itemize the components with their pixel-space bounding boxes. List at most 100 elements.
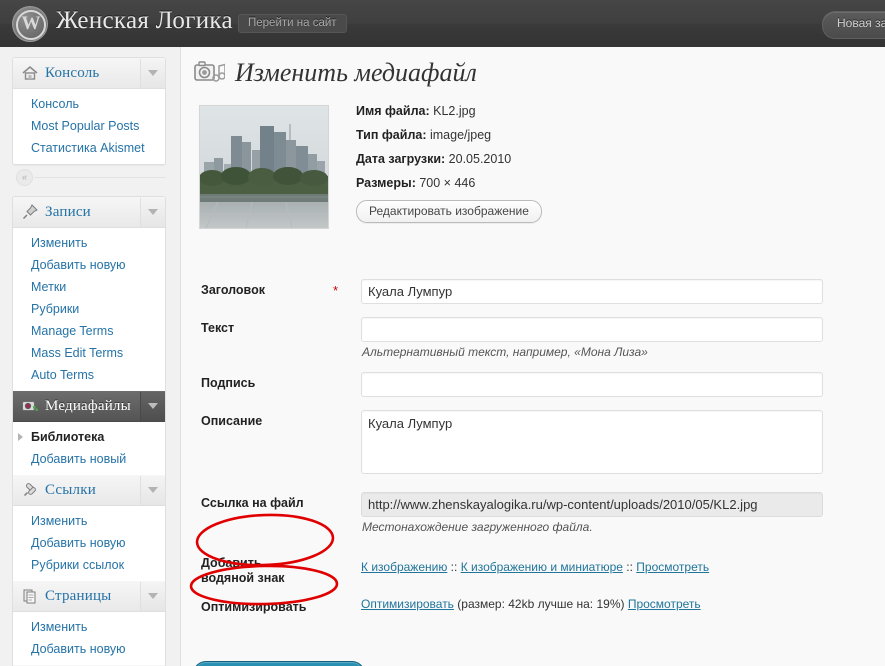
admin-bar: W Женская Логика Перейти на сайт Новая з…	[0, 0, 885, 48]
watermark-link-preview[interactable]: Просмотреть	[636, 560, 709, 574]
title-label: Заголовок	[201, 283, 265, 297]
watermark-link-image-and-thumb[interactable]: К изображению и миниатюре	[461, 560, 623, 574]
meta-dimensions-value: 700 × 446	[419, 176, 476, 190]
sidebar-subitem-categories[interactable]: Рубрики	[13, 298, 165, 320]
media-metadata: Имя файла: KL2.jpg Тип файла: image/jpeg…	[356, 104, 776, 223]
chevron-down-icon[interactable]	[140, 197, 165, 227]
sidebar-subitem-auto-terms[interactable]: Auto Terms	[13, 364, 165, 386]
site-title[interactable]: Женская Логика	[56, 7, 233, 35]
update-media-button[interactable]: Обновить медиафайл	[193, 661, 365, 666]
dashboard-icon	[21, 64, 39, 82]
meta-filetype: Тип файла: image/jpeg	[356, 128, 776, 142]
sidebar-subitem-link-categories[interactable]: Рубрики ссылок	[13, 554, 165, 576]
caption-label: Подпись	[201, 376, 256, 390]
media-edit-form: Заголовок * Текст Альтернативный текст, …	[193, 279, 883, 624]
meta-dimensions: Размеры: 700 × 446	[356, 176, 776, 190]
optimize-label: Оптимизировать	[201, 600, 307, 614]
wordpress-logo-glyph: W	[16, 10, 46, 40]
chevron-down-icon[interactable]	[140, 391, 165, 421]
sidebar-subitem-dashboard[interactable]: Консоль	[13, 93, 165, 115]
sidebar-subitem-manage-terms[interactable]: Manage Terms	[13, 320, 165, 342]
chevron-down-icon[interactable]	[140, 475, 165, 505]
main-content: Изменить медиафайл Имя файла: KL2.jpg Ти…	[181, 47, 885, 666]
visit-site-button[interactable]: Перейти на сайт	[238, 14, 347, 33]
meta-filename-value: KL2.jpg	[433, 104, 476, 118]
media-thumbnail[interactable]	[199, 105, 329, 229]
form-row-alt: Текст Альтернативный текст, например, «М…	[193, 317, 883, 359]
form-row-caption: Подпись	[193, 372, 883, 397]
media-camera-icon	[193, 57, 226, 89]
form-row-watermark: Добавить водяной знак К изображению :: К…	[193, 552, 883, 585]
watermark-link-image[interactable]: К изображению	[361, 560, 447, 574]
sidebar-subitem-mass-edit-terms[interactable]: Mass Edit Terms	[13, 342, 165, 364]
page-header: Изменить медиафайл	[193, 57, 477, 89]
sidebar-subitem-most-popular-posts[interactable]: Most Popular Posts	[13, 115, 165, 137]
collapse-menu-icon[interactable]: «	[16, 169, 33, 186]
new-post-button[interactable]: Новая за	[822, 11, 885, 39]
file-url-hint: Местонахождение загруженного файла.	[362, 520, 593, 534]
sidebar-subitem-tags[interactable]: Метки	[13, 276, 165, 298]
form-row-optimize: Оптимизировать Оптимизировать (размер: 4…	[193, 596, 883, 614]
menu-group-posts: Записи Изменить Добавить новую Метки Руб…	[12, 196, 166, 666]
alt-input[interactable]	[361, 317, 823, 342]
alt-hint: Альтернативный текст, например, «Мона Ли…	[362, 345, 648, 359]
meta-filetype-label: Тип файла:	[356, 128, 427, 142]
sidebar-subitem-pages-add[interactable]: Добавить новую	[13, 638, 165, 660]
watermark-separator-1: ::	[450, 560, 458, 574]
wordpress-logo-icon[interactable]: W	[12, 6, 48, 42]
watermark-label: Добавить водяной знак	[201, 556, 331, 586]
watermark-separator-2: ::	[626, 560, 633, 574]
file-url-input[interactable]	[361, 492, 823, 517]
alt-label: Текст	[201, 321, 235, 335]
meta-filename-label: Имя файла:	[356, 104, 430, 118]
form-row-file-url: Ссылка на файл Местонахождение загруженн…	[193, 492, 883, 534]
form-row-title: Заголовок *	[193, 279, 883, 304]
sidebar-item-posts[interactable]: Записи	[13, 197, 165, 228]
admin-sidebar: Консоль Консоль Most Popular Posts Стати…	[0, 47, 181, 666]
sidebar-subitem-posts-add[interactable]: Добавить новую	[13, 254, 165, 276]
description-label: Описание	[201, 414, 263, 428]
description-textarea[interactable]	[361, 410, 823, 474]
chevron-down-icon[interactable]	[140, 58, 165, 88]
chevron-down-icon[interactable]	[140, 581, 165, 611]
pages-icon	[21, 587, 39, 605]
meta-uploaded: Дата загрузки: 20.05.2010	[356, 152, 776, 166]
required-marker: *	[333, 283, 339, 298]
submenu-posts: Изменить Добавить новую Метки Рубрики Ma…	[13, 228, 165, 391]
edit-image-button[interactable]: Редактировать изображение	[356, 200, 542, 223]
form-row-description: Описание	[193, 410, 883, 479]
page-title: Изменить медиафайл	[235, 58, 477, 87]
submenu-media: Библиотека Добавить новый	[13, 422, 165, 475]
file-url-label: Ссылка на файл	[201, 496, 304, 510]
meta-uploaded-value: 20.05.2010	[448, 152, 512, 166]
title-input[interactable]	[361, 279, 823, 304]
submenu-dashboard: Консоль Most Popular Posts Статистика Ak…	[13, 89, 165, 164]
sidebar-subitem-posts-edit[interactable]: Изменить	[13, 232, 165, 254]
sidebar-subitem-media-add[interactable]: Добавить новый	[13, 448, 165, 470]
sidebar-item-label: Страницы	[45, 587, 112, 604]
optimize-link[interactable]: Оптимизировать	[361, 597, 454, 611]
optimize-link-preview[interactable]: Просмотреть	[628, 597, 701, 611]
meta-dimensions-label: Размеры:	[356, 176, 416, 190]
sidebar-item-dashboard[interactable]: Консоль	[13, 58, 165, 89]
sidebar-item-media[interactable]: Медиафайлы	[13, 391, 165, 422]
meta-filetype-value: image/jpeg	[429, 128, 492, 142]
sidebar-subitem-links-edit[interactable]: Изменить	[13, 510, 165, 532]
sidebar-item-label: Ссылки	[45, 481, 96, 498]
sidebar-item-label: Записи	[45, 203, 91, 220]
meta-filename: Имя файла: KL2.jpg	[356, 104, 776, 118]
sidebar-subitem-pages-edit[interactable]: Изменить	[13, 616, 165, 638]
sidebar-item-links[interactable]: Ссылки	[13, 475, 165, 506]
sidebar-subitem-links-add[interactable]: Добавить новую	[13, 532, 165, 554]
camera-icon	[21, 397, 39, 415]
submenu-pages: Изменить Добавить новую	[13, 612, 165, 665]
caption-input[interactable]	[361, 372, 823, 397]
sidebar-subitem-media-library[interactable]: Библиотека	[13, 426, 165, 448]
watermark-label-line1: Добавить	[201, 556, 262, 570]
wordpress-admin-screen: W Женская Логика Перейти на сайт Новая з…	[0, 0, 885, 666]
optimize-stats: (размер: 42kb лучше на: 19%)	[457, 597, 625, 611]
menu-group-dashboard: Консоль Консоль Most Popular Posts Стати…	[12, 57, 166, 165]
sidebar-item-pages[interactable]: Страницы	[13, 581, 165, 612]
watermark-label-line2: водяной знак	[201, 571, 285, 585]
sidebar-subitem-akismet-stats[interactable]: Статистика Akismet	[13, 137, 165, 159]
